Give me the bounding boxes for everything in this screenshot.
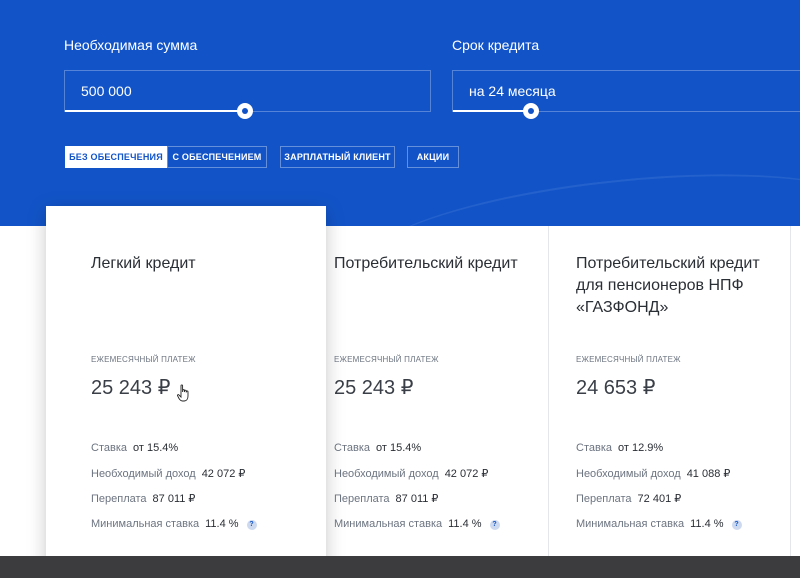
- monthly-payment-label: Ежемесячный платеж: [576, 355, 681, 364]
- tab-secured[interactable]: С обеспечением: [167, 146, 267, 168]
- monthly-payment-value: 25 243 ₽: [91, 377, 171, 399]
- income-value: 42 072 ₽: [201, 468, 246, 480]
- amount-slider-handle[interactable]: [237, 103, 253, 119]
- overpay-value: 72 401 ₽: [637, 493, 682, 505]
- term-slider-fill: [453, 110, 531, 112]
- offer-card-title-line: Потребительский кредит: [576, 255, 760, 272]
- card-divider: [790, 226, 791, 556]
- income-row: Необходимый доход 42 072 ₽: [334, 467, 488, 480]
- rate-label: Ставка: [576, 442, 612, 454]
- hand-pointer-cursor-icon: [177, 384, 189, 402]
- offer-card-title-line: для пенсионеров НПФ: [576, 277, 744, 294]
- min-rate-label: Минимальная ставка: [576, 518, 685, 530]
- tab-promotions[interactable]: Акции: [407, 146, 459, 168]
- income-label: Необходимый доход: [334, 468, 439, 480]
- monthly-payment-label: Ежемесячный платеж: [334, 355, 439, 364]
- income-label: Необходимый доход: [576, 468, 681, 480]
- min-rate-value: 11.4 %: [690, 518, 724, 530]
- amount-slider-fill: [65, 110, 245, 112]
- rate-row: Ставка от 15.4%: [334, 442, 421, 454]
- card-divider: [548, 226, 549, 556]
- overpay-row: Переплата 72 401 ₽: [576, 492, 681, 505]
- min-rate-row: Минимальная ставка 11.4 %?: [576, 518, 742, 530]
- income-value: 41 088 ₽: [686, 468, 731, 480]
- tab-salary-client[interactable]: Зарплатный клиент: [280, 146, 395, 168]
- overpay-row: Переплата 87 011 ₽: [91, 492, 195, 505]
- min-rate-row: Минимальная ставка 11.4 %?: [91, 518, 257, 530]
- rate-label: Ставка: [91, 442, 127, 454]
- rate-value: от 15.4%: [376, 442, 422, 454]
- overpay-value: 87 011 ₽: [395, 493, 439, 505]
- monthly-payment-label: Ежемесячный платеж: [91, 355, 196, 364]
- tab-unsecured[interactable]: Без обеспечения: [65, 146, 167, 168]
- income-label: Необходимый доход: [91, 468, 196, 480]
- amount-label: Необходимая сумма: [64, 37, 198, 53]
- overpay-value: 87 011 ₽: [152, 493, 196, 505]
- monthly-payment-value: 24 653 ₽: [576, 377, 656, 399]
- offer-card-title-line: «ГАЗФОНД»: [576, 299, 669, 316]
- term-slider-handle[interactable]: [523, 103, 539, 119]
- help-icon[interactable]: ?: [489, 520, 500, 530]
- help-icon[interactable]: ?: [731, 520, 742, 530]
- term-input[interactable]: [469, 71, 800, 111]
- amount-input[interactable]: [81, 71, 430, 111]
- min-rate-row: Минимальная ставка 11.4 %?: [334, 518, 500, 530]
- rate-row: Ставка от 15.4%: [91, 442, 178, 454]
- monthly-payment-value: 25 243 ₽: [334, 377, 414, 399]
- rate-row: Ставка от 12.9%: [576, 442, 663, 454]
- rate-label: Ставка: [334, 442, 370, 454]
- offer-card-title: Потребительский кредит для пенсионеров Н…: [576, 253, 760, 319]
- min-rate-label: Минимальная ставка: [334, 518, 443, 530]
- income-row: Необходимый доход 42 072 ₽: [91, 467, 245, 480]
- min-rate-value: 11.4 %: [448, 518, 482, 530]
- min-rate-value: 11.4 %: [205, 518, 239, 530]
- rate-value: от 15.4%: [133, 442, 179, 454]
- footer-bar: [0, 556, 800, 578]
- offer-card-title: Потребительский кредит: [334, 255, 518, 272]
- income-value: 42 072 ₽: [444, 468, 489, 480]
- overpay-label: Переплата: [334, 493, 390, 505]
- min-rate-label: Минимальная ставка: [91, 518, 200, 530]
- overpay-row: Переплата 87 011 ₽: [334, 492, 438, 505]
- rate-value: от 12.9%: [618, 442, 664, 454]
- overpay-label: Переплата: [576, 493, 632, 505]
- income-row: Необходимый доход 41 088 ₽: [576, 467, 730, 480]
- help-icon[interactable]: ?: [246, 520, 257, 530]
- calculator-hero: [0, 0, 800, 226]
- offer-card-title: Легкий кредит: [91, 255, 196, 272]
- overpay-label: Переплата: [91, 493, 147, 505]
- term-field[interactable]: [452, 70, 800, 112]
- term-label: Срок кредита: [452, 37, 540, 53]
